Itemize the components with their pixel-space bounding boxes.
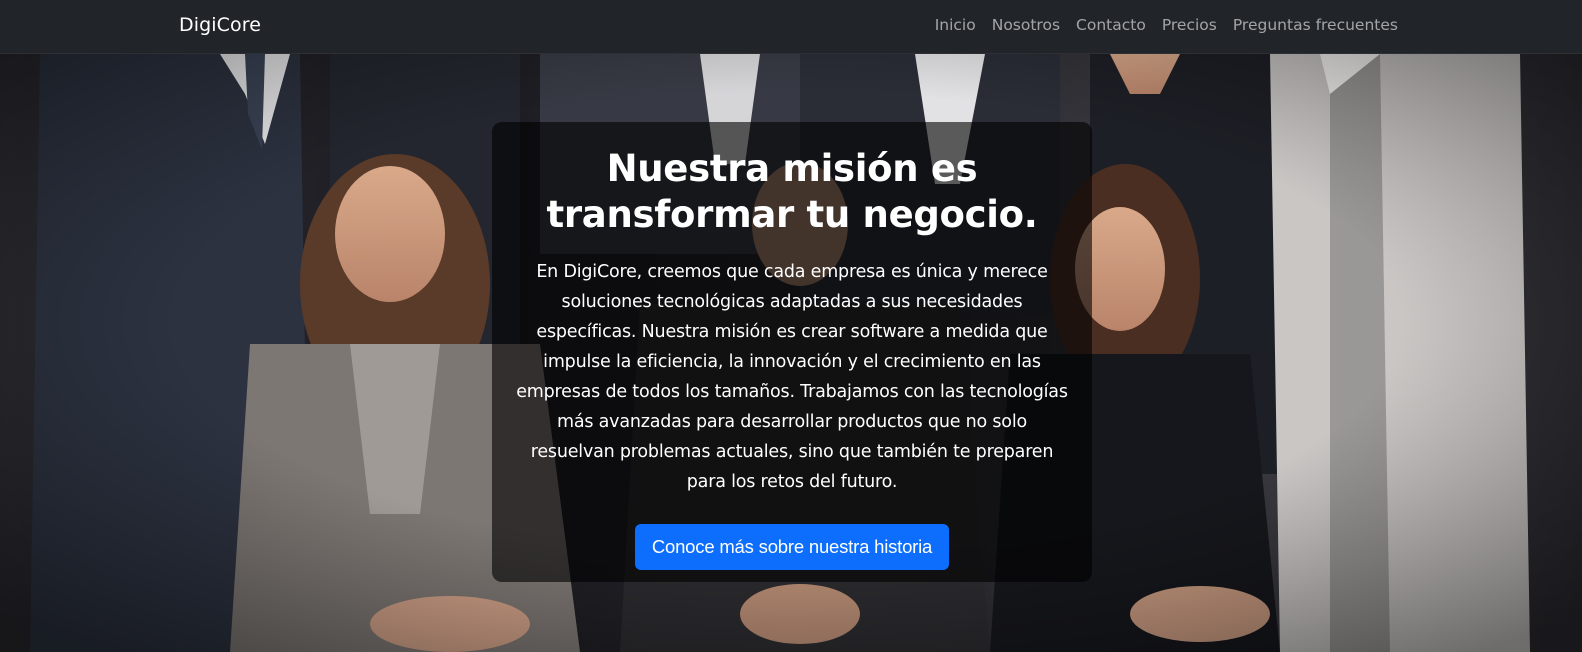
- history-cta-button[interactable]: Conoce más sobre nuestra historia: [634, 524, 950, 570]
- hero-title: Nuestra misión es transformar tu negocio…: [546, 147, 1038, 236]
- nav-link-precios[interactable]: Precios: [1162, 16, 1217, 34]
- nav-link-contacto[interactable]: Contacto: [1076, 16, 1146, 34]
- hero-description: En DigiCore, creemos que cada empresa es…: [516, 262, 1068, 492]
- nav-link-preguntas-frecuentes[interactable]: Preguntas frecuentes: [1233, 16, 1398, 34]
- nav-link-inicio[interactable]: Inicio: [935, 16, 976, 34]
- navbar: DigiCore Inicio Nosotros Contacto Precio…: [0, 0, 1582, 54]
- brand-logo[interactable]: DigiCore: [179, 14, 261, 36]
- hero-section: Nuestra misión es transformar tu negocio…: [0, 54, 1582, 652]
- hero-content-box: Nuestra misión es transformar tu negocio…: [492, 122, 1092, 582]
- nav-links: Inicio Nosotros Contacto Precios Pregunt…: [935, 16, 1398, 34]
- nav-link-nosotros[interactable]: Nosotros: [992, 16, 1060, 34]
